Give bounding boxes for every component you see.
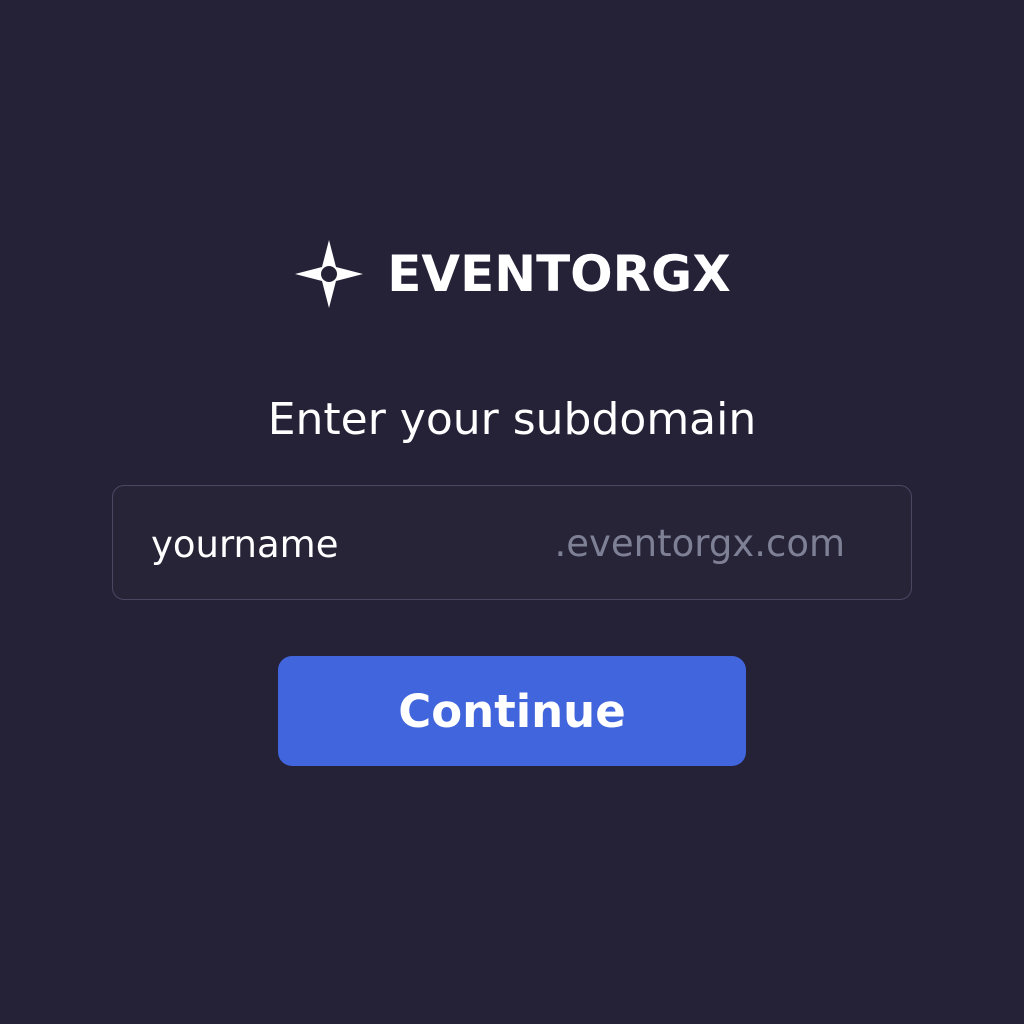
continue-button[interactable]: Continue (278, 656, 746, 766)
brand-lockup: EVENTORGX (293, 238, 731, 310)
subdomain-field[interactable]: .eventorgx.com (112, 485, 912, 600)
brand-header: EVENTORGX (0, 236, 1024, 312)
subdomain-input[interactable] (151, 514, 491, 574)
login-page: EVENTORGX Enter your subdomain .eventorg… (0, 0, 1024, 1024)
domain-suffix: .eventorgx.com (554, 522, 845, 565)
brand-name: EVENTORGX (387, 245, 731, 303)
page-title: Enter your subdomain (267, 394, 757, 445)
compass-star-icon (295, 240, 364, 308)
